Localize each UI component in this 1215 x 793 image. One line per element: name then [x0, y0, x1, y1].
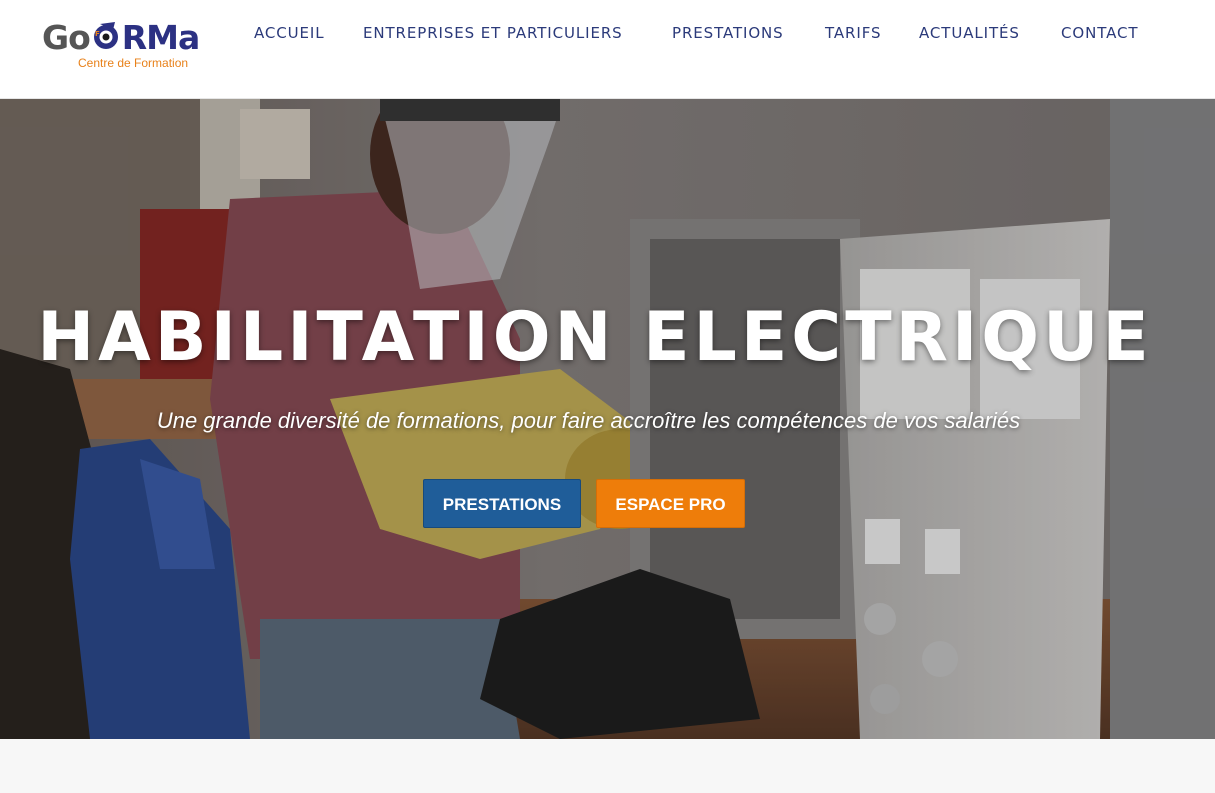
prestations-button[interactable]: PRESTATIONS [423, 479, 581, 528]
next-section [0, 739, 1215, 793]
hero-title: HABILITATION ELECTRIQUE [37, 298, 1153, 377]
nav-item-prestations[interactable]: PRESTATIONS [672, 22, 784, 44]
hero-section: HABILITATION ELECTRIQUE Une grande diver… [0, 99, 1215, 739]
nav-item-accueil[interactable]: ACCUEIL [254, 22, 324, 44]
nav-item-tarifs[interactable]: TARIFS [825, 22, 881, 44]
site-header: Go F RMa Centre de Formation ACCUEIL ENT… [0, 0, 1215, 99]
espace-pro-button[interactable]: ESPACE PRO [596, 479, 745, 528]
nav-item-actualites[interactable]: ACTUALITÉS [919, 22, 1020, 44]
main-nav: ACCUEIL ENTREPRISES ET PARTICULIERS PRES… [0, 22, 1215, 44]
hero-subtitle: Une grande diversité de formations, pour… [156, 408, 1021, 433]
nav-item-entreprises-particuliers[interactable]: ENTREPRISES ET PARTICULIERS [363, 22, 623, 44]
nav-item-contact[interactable]: CONTACT [1061, 22, 1138, 44]
logo-tagline: Centre de Formation [78, 56, 189, 70]
